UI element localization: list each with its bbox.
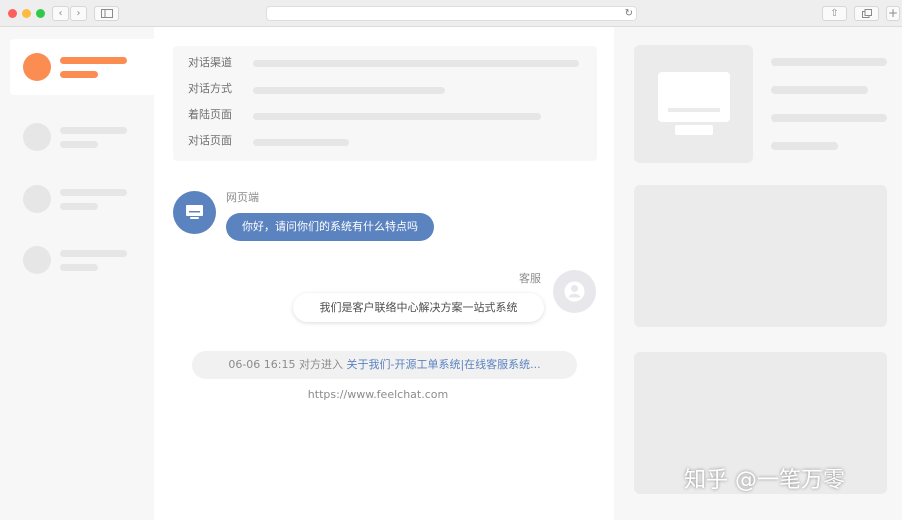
agent-message-bubble: 我们是客户联络中心解决方案一站式系统 — [293, 293, 544, 322]
placeholder-line — [253, 113, 541, 120]
info-label-chat-page: 对话页面 — [188, 134, 232, 147]
avatar — [23, 185, 51, 213]
tabs-icon[interactable] — [854, 6, 879, 21]
sidebar-icon[interactable] — [94, 6, 119, 21]
placeholder-line — [253, 60, 579, 67]
avatar — [23, 246, 51, 274]
agent-avatar — [553, 270, 596, 313]
placeholder-line — [771, 58, 887, 66]
browser-window: ‹ › ↻ ⇧ + 对话渠道 对话方式 着陆页面 对话页面 网页端 你好，请问你… — [0, 0, 902, 520]
conversation-item-active[interactable] — [10, 39, 154, 95]
monitor-icon — [658, 72, 730, 135]
notice-time: 06-06 16:15 — [228, 358, 296, 371]
placeholder-line — [60, 189, 127, 196]
notice-text: 对方进入 — [299, 358, 343, 371]
agent-name: 客服 — [519, 272, 541, 285]
new-tab-icon[interactable]: + — [886, 6, 900, 21]
info-card — [634, 185, 887, 327]
site-url[interactable]: https://www.feelchat.com — [154, 388, 602, 402]
customer-info-column — [614, 27, 902, 520]
info-label-channel: 对话渠道 — [188, 56, 232, 69]
placeholder-line — [771, 86, 868, 94]
conversation-info-panel: 对话渠道 对话方式 着陆页面 对话页面 — [173, 46, 597, 161]
device-card — [634, 45, 753, 163]
close-dot[interactable] — [8, 9, 17, 18]
placeholder-line — [60, 264, 98, 271]
watermark: 知乎 @一笔万零 — [684, 468, 845, 493]
address-bar[interactable]: ↻ — [266, 6, 637, 21]
visitor-avatar — [173, 191, 216, 234]
visitor-message-bubble: 你好，请问你们的系统有什么特点吗 — [226, 213, 434, 241]
monitor-icon — [186, 205, 203, 219]
zoom-dot[interactable] — [36, 9, 45, 18]
conversation-list — [0, 27, 154, 520]
info-label-mode: 对话方式 — [188, 82, 232, 95]
avatar — [23, 53, 51, 81]
user-icon — [564, 281, 585, 302]
placeholder-line — [60, 71, 98, 78]
visitor-name: 网页端 — [226, 191, 259, 204]
reload-icon[interactable]: ↻ — [625, 8, 633, 20]
placeholder-line — [771, 142, 838, 150]
placeholder-line — [771, 114, 887, 122]
placeholder-line — [253, 139, 349, 146]
avatar — [23, 123, 51, 151]
placeholder-line — [60, 203, 98, 210]
browser-toolbar: ‹ › ↻ ⇧ + — [0, 0, 902, 27]
back-icon[interactable]: ‹ — [52, 6, 69, 21]
placeholder-line — [60, 127, 127, 134]
forward-icon[interactable]: › — [70, 6, 87, 21]
notice-page-link[interactable]: 关于我们-开源工单系统|在线客服系统... — [347, 358, 541, 371]
visitor-entered-notice: 06-06 16:15 对方进入 关于我们-开源工单系统|在线客服系统... — [192, 351, 577, 379]
chat-panel: 对话渠道 对话方式 着陆页面 对话页面 网页端 你好，请问你们的系统有什么特点吗… — [154, 27, 614, 520]
minimize-dot[interactable] — [22, 9, 31, 18]
info-label-landing-page: 着陆页面 — [188, 108, 232, 121]
placeholder-line — [60, 57, 127, 64]
placeholder-line — [253, 87, 445, 94]
placeholder-line — [60, 250, 127, 257]
share-icon[interactable]: ⇧ — [822, 6, 847, 21]
placeholder-line — [60, 141, 98, 148]
